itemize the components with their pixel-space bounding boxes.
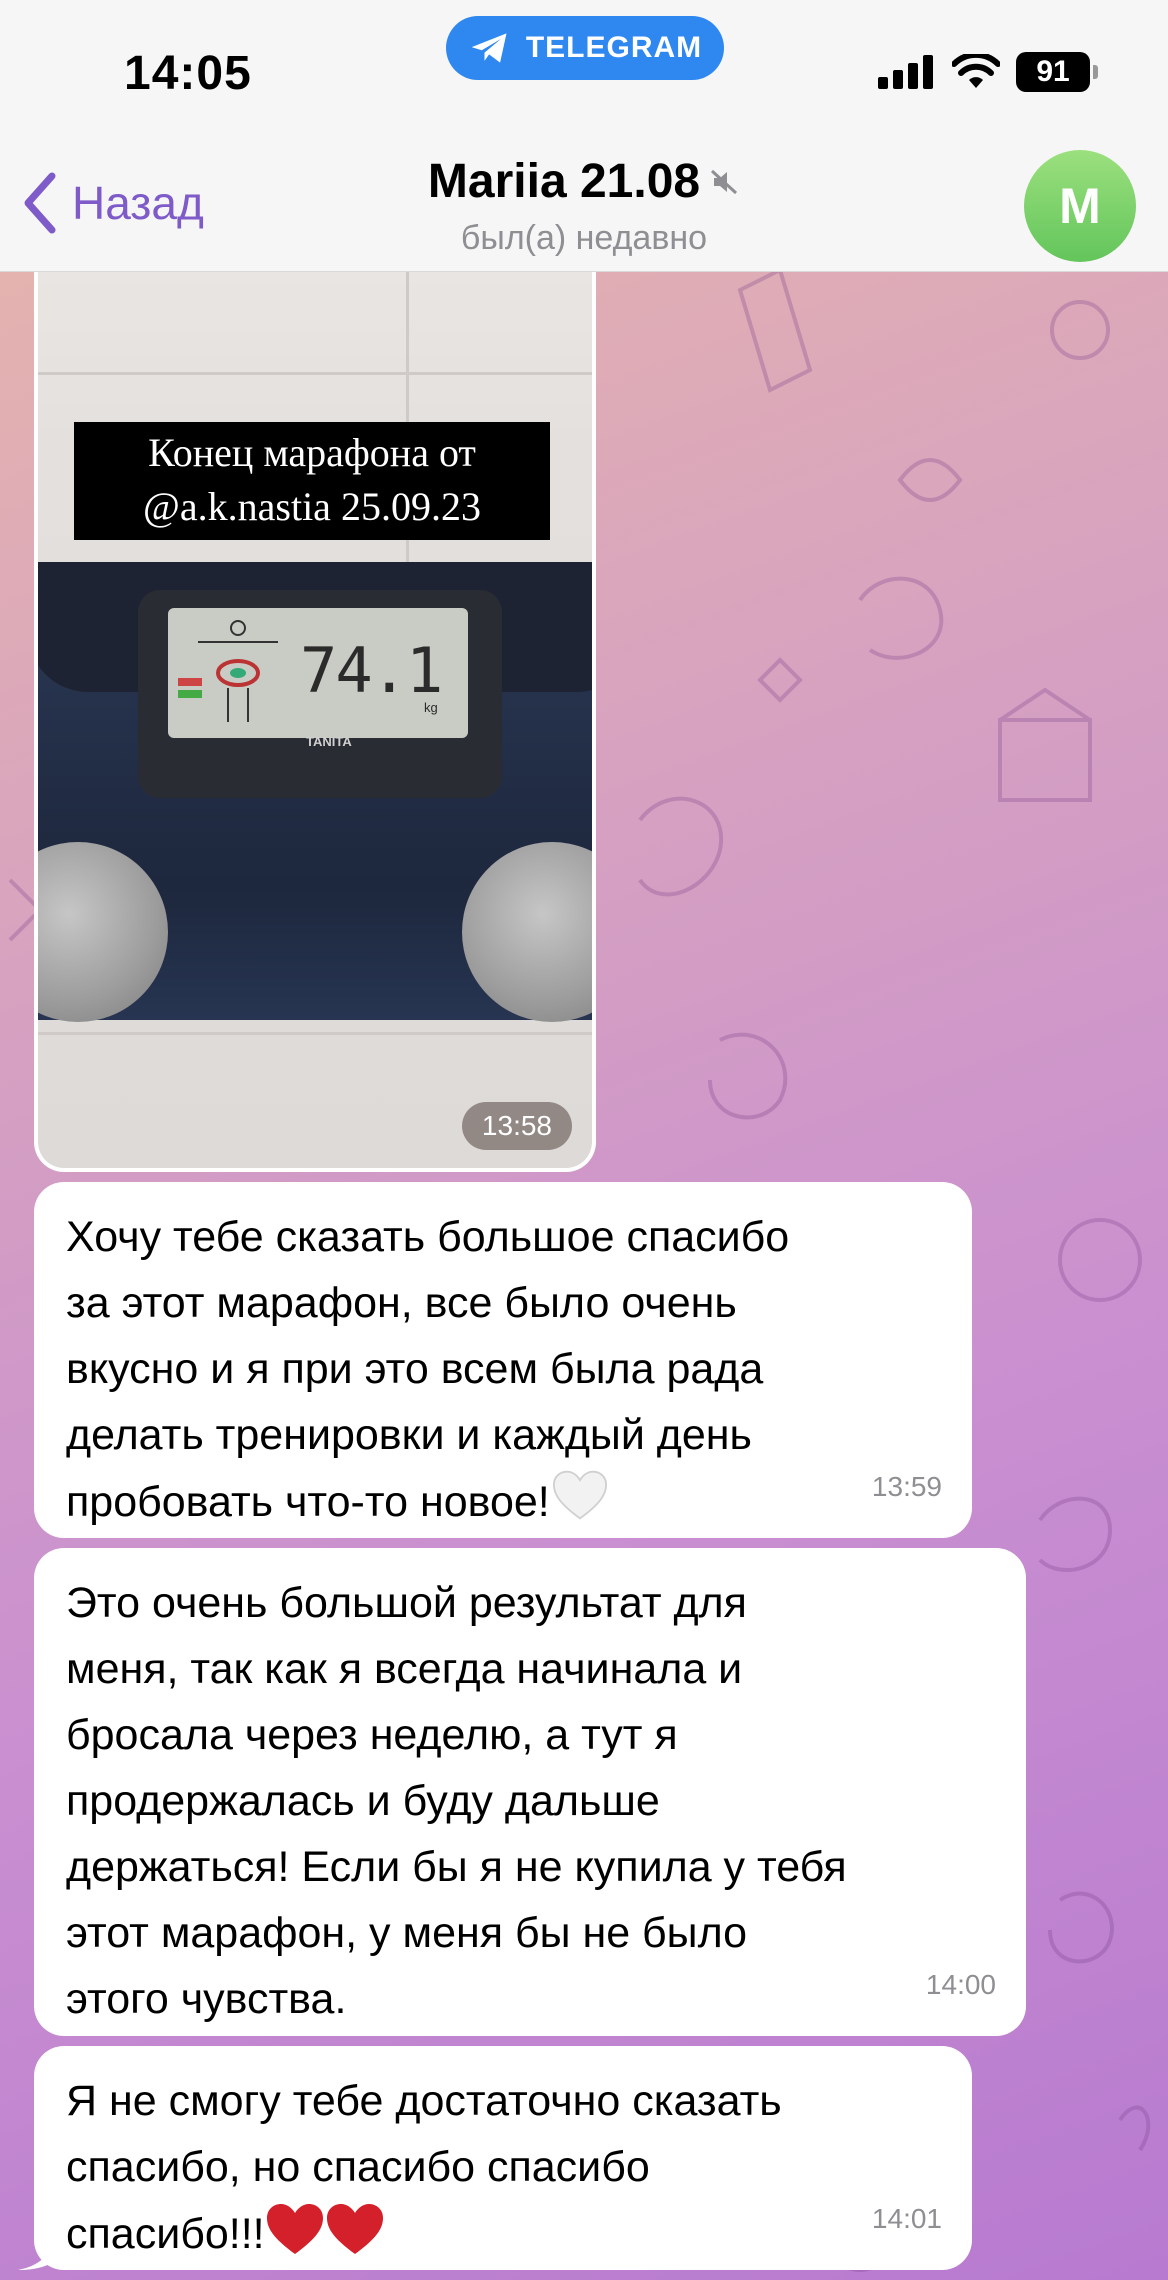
- message-time: 14:00: [925, 1969, 996, 2000]
- telegram-plane-icon: [471, 33, 507, 63]
- scale-reading: 74.1: [300, 634, 443, 707]
- status-time: 14:05: [124, 47, 252, 100]
- wifi-icon: [952, 54, 1000, 88]
- status-icons: 91: [878, 52, 1098, 92]
- battery-indicator: 91: [1016, 52, 1098, 92]
- chat-title[interactable]: Mariia 21.08 был(а) недавно: [0, 154, 1168, 258]
- scale-unit: kg: [424, 700, 438, 715]
- avatar[interactable]: M: [1024, 150, 1136, 262]
- photo-message[interactable]: 74.1 kg TANITA Конец марафона от @a.k.na…: [34, 272, 596, 1172]
- return-to-telegram-pill[interactable]: TELEGRAM: [446, 16, 724, 80]
- red-heart-icon: [326, 2204, 383, 2254]
- message-bubble[interactable]: Это очень большой результат для меня, та…: [34, 1548, 1026, 2036]
- cellular-signal-icon: [878, 55, 933, 89]
- red-heart-icon: [266, 2204, 323, 2254]
- message-text: Я не смогу тебе достаточно сказать спаси…: [66, 2077, 782, 2258]
- scale-brand: TANITA: [306, 734, 352, 749]
- message-text: Это очень большой результат для меня, та…: [66, 1579, 847, 2023]
- white-heart-icon: [552, 1470, 607, 1520]
- chat-name: Mariia 21.08: [427, 155, 701, 208]
- message-time: 14:01: [871, 2203, 942, 2234]
- chat-status: был(а) недавно: [460, 219, 708, 257]
- scale-photo[interactable]: 74.1 kg TANITA Конец марафона от @a.k.na…: [38, 272, 592, 1168]
- muted-speaker-icon: [711, 169, 738, 194]
- message-bubble[interactable]: Хочу тебе сказать большое спасибо за это…: [34, 1182, 972, 1538]
- top-bar: 14:05 TELEGRAM 91 Назад Mariia 21.08 был…: [0, 0, 1168, 272]
- message-bubble[interactable]: Я не смогу тебе достаточно сказать спаси…: [18, 2046, 972, 2270]
- telegram-pill-label: TELEGRAM: [525, 31, 703, 64]
- message-time: 13:59: [871, 1471, 942, 1502]
- body-figure-icon: [178, 620, 278, 722]
- message-time: 13:58: [461, 1102, 572, 1150]
- message-text: Хочу тебе сказать большое спасибо за это…: [66, 1213, 790, 1526]
- photo-caption: Конец марафона от @a.k.nastia 25.09.23: [74, 422, 550, 540]
- bubble-tail: [18, 2236, 52, 2270]
